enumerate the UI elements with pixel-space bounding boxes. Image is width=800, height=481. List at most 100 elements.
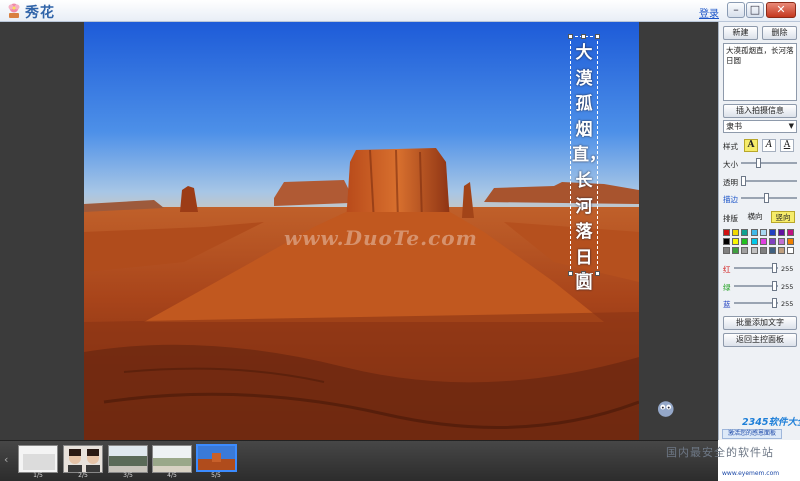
thumbnail-image <box>109 446 147 472</box>
blue-value: 255 <box>781 300 794 308</box>
thumbnail-caption: 2/5 <box>78 472 88 479</box>
color-swatch[interactable] <box>723 238 730 245</box>
slider-thumb[interactable] <box>772 298 777 308</box>
thumbnail-caption: 3/5 <box>123 472 133 479</box>
layout-label: 排版 <box>723 214 738 223</box>
thumbnail-2[interactable] <box>63 445 103 473</box>
opacity-slider[interactable] <box>741 176 797 186</box>
editing-stage: www.DuoTe.com 大漠孤烟直，长河落日圆 <box>0 22 718 440</box>
resize-handle[interactable] <box>581 34 586 39</box>
vertical-text-box[interactable]: 大漠孤烟直，长河落日圆 <box>568 34 606 293</box>
red-slider[interactable] <box>734 263 778 273</box>
thumbnail-image <box>198 446 235 470</box>
app-logo-icon <box>8 3 20 18</box>
color-swatch[interactable] <box>778 229 786 236</box>
brand-tagline: 国内最安全的软件站 <box>666 446 774 459</box>
resize-handle[interactable] <box>595 34 600 39</box>
style-label: 样式 <box>723 142 738 151</box>
horizontal-layout-button[interactable]: 横向 <box>744 211 766 223</box>
font-select-value: 隶书 <box>726 122 742 131</box>
slider-thumb[interactable] <box>756 158 761 168</box>
brand-badge-logo-icon <box>657 401 674 417</box>
color-swatch[interactable] <box>759 247 767 254</box>
login-link[interactable]: 登录 <box>699 5 719 20</box>
color-swatch[interactable] <box>769 229 776 236</box>
brand-url: www.eyemem.com <box>722 470 780 477</box>
chevron-left-icon[interactable]: ‹ <box>4 453 12 467</box>
photo-canvas[interactable]: www.DuoTe.com 大漠孤烟直，长河落日圆 <box>84 22 639 440</box>
batch-add-text-button[interactable]: 批量添加文字 <box>723 316 797 330</box>
color-swatch[interactable] <box>750 238 758 245</box>
close-button[interactable]: ✕ <box>766 2 796 18</box>
text-content-field[interactable]: 大漠孤烟直，长河落日圆 <box>723 43 797 101</box>
color-swatch[interactable] <box>741 238 749 245</box>
vertical-layout-button[interactable]: 竖向 <box>771 211 795 223</box>
slider-thumb[interactable] <box>772 281 777 291</box>
italic-style-button[interactable]: A <box>762 139 776 152</box>
green-slider[interactable] <box>734 281 778 291</box>
size-slider[interactable] <box>741 158 797 168</box>
thumbnail-3[interactable] <box>108 445 148 473</box>
color-swatch[interactable] <box>732 238 740 245</box>
thumbnail-caption: 1/5 <box>33 472 43 479</box>
red-value: 255 <box>781 265 794 273</box>
underline-style-button[interactable]: A <box>780 139 794 152</box>
color-swatch[interactable] <box>750 229 758 236</box>
opacity-label: 透明 <box>723 178 738 187</box>
thumbnail-caption: 5/5 <box>211 472 221 479</box>
minimize-button[interactable]: – <box>727 2 745 18</box>
slider-thumb[interactable] <box>764 193 769 203</box>
color-swatch[interactable] <box>759 229 767 236</box>
red-label: 红 <box>723 265 731 274</box>
green-value: 255 <box>781 283 794 291</box>
color-swatch[interactable] <box>787 247 795 254</box>
title-bar: 秀花 登录 – □ ✕ <box>0 0 800 22</box>
blue-label: 蓝 <box>723 300 731 309</box>
app-title: 秀花 <box>25 5 55 21</box>
color-palette <box>723 229 797 254</box>
thumbnail-5-selected[interactable] <box>196 444 237 472</box>
color-swatch[interactable] <box>741 229 749 236</box>
brand-name: 2345软件大全 <box>742 417 800 428</box>
badge-activate-button[interactable]: 激活您的感恩面板 <box>722 429 782 439</box>
color-swatch[interactable] <box>732 229 740 236</box>
stroke-label[interactable]: 描边 <box>723 194 738 205</box>
green-label: 绿 <box>723 283 731 292</box>
blue-slider[interactable] <box>734 298 778 308</box>
slider-thumb[interactable] <box>772 263 777 273</box>
thumbnail-caption: 4/5 <box>167 472 177 479</box>
thumbnail-image <box>64 446 102 472</box>
color-swatch[interactable] <box>723 229 730 236</box>
thumbnail-4[interactable] <box>152 445 192 473</box>
text-tool-panel: 新建 删除 大漠孤烟直，长河落日圆 插入拍摄信息 隶书 ▼ 样式 A A A 大… <box>718 22 800 440</box>
thumbnail-image <box>19 446 57 472</box>
color-swatch[interactable] <box>778 238 786 245</box>
color-swatch[interactable] <box>732 247 740 254</box>
color-swatch[interactable] <box>769 238 776 245</box>
delete-text-button[interactable]: 删除 <box>762 26 797 40</box>
chevron-down-icon: ▼ <box>788 122 794 130</box>
font-select[interactable]: 隶书 ▼ <box>723 120 797 133</box>
filmstrip: ‹ 1/5 2/5 3/5 4/5 5/5 <box>0 440 718 481</box>
color-swatch[interactable] <box>778 247 786 254</box>
slider-thumb[interactable] <box>741 176 746 186</box>
insert-photo-info-button[interactable]: 插入拍摄信息 <box>723 104 797 118</box>
stroke-slider[interactable] <box>741 193 797 203</box>
color-swatch[interactable] <box>723 247 730 254</box>
new-text-button[interactable]: 新建 <box>723 26 758 40</box>
bold-style-button[interactable]: A <box>744 139 758 152</box>
overlay-text: 大漠孤烟直，长河落日圆 <box>572 43 606 294</box>
size-label: 大小 <box>723 160 738 169</box>
thumbnail-image <box>153 446 191 472</box>
back-to-main-panel-button[interactable]: 返回主控面板 <box>723 333 797 347</box>
color-swatch[interactable] <box>769 247 776 254</box>
color-swatch[interactable] <box>741 247 749 254</box>
color-swatch[interactable] <box>750 247 758 254</box>
watermark-text: www.DuoTe.com <box>284 226 478 250</box>
color-swatch[interactable] <box>787 229 795 236</box>
color-swatch[interactable] <box>787 238 795 245</box>
color-swatch[interactable] <box>759 238 767 245</box>
thumbnail-1[interactable] <box>18 445 58 473</box>
resize-handle[interactable] <box>568 34 573 39</box>
maximize-button[interactable]: □ <box>746 2 764 18</box>
